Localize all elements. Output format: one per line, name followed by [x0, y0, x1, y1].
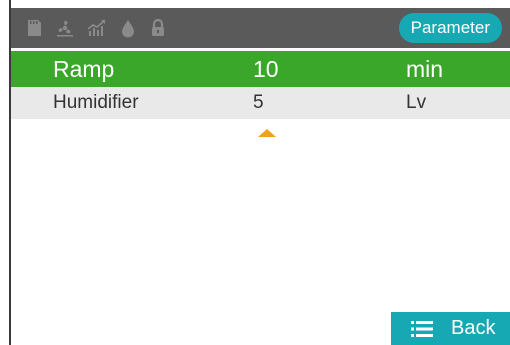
setting-name: Humidifier — [53, 92, 139, 113]
fan-icon — [52, 15, 78, 41]
sd-card-icon — [21, 15, 47, 41]
device-screen: Parameter Ramp 10 min Humidifier 5 Lv Ba… — [0, 0, 510, 345]
lock-icon — [145, 15, 171, 41]
back-button[interactable]: Back — [391, 312, 510, 345]
setting-row-ramp[interactable]: Ramp 10 min — [11, 51, 510, 87]
setting-name: Ramp — [53, 56, 115, 82]
list-icon — [411, 321, 433, 337]
setting-row-humidifier[interactable]: Humidifier 5 Lv — [11, 87, 510, 119]
setting-unit: Lv — [406, 92, 427, 113]
water-drop-icon — [115, 15, 141, 41]
status-bar: Parameter — [11, 8, 510, 48]
back-button-label: Back — [451, 317, 496, 339]
setting-value[interactable]: 10 — [253, 51, 279, 87]
scroll-up-arrow-icon[interactable] — [258, 129, 276, 137]
parameter-button[interactable]: Parameter — [398, 13, 502, 43]
setting-value[interactable]: 5 — [253, 87, 264, 119]
setting-unit: min — [406, 56, 444, 82]
chart-icon — [83, 15, 109, 41]
